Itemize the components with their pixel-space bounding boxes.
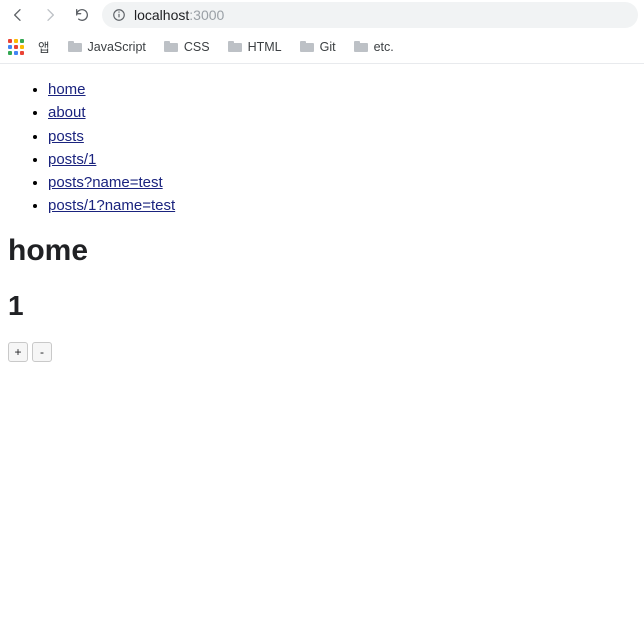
bookmark-item[interactable]: CSS (164, 37, 210, 56)
nav-link[interactable]: posts?name=test (48, 174, 163, 191)
counter-value: 1 (8, 290, 636, 322)
counter-controls: + - (8, 342, 636, 362)
list-item: about (48, 101, 636, 124)
nav-link[interactable]: posts/1?name=test (48, 197, 175, 214)
arrow-left-icon (10, 7, 26, 23)
nav-link[interactable]: home (48, 81, 86, 98)
folder-icon (300, 41, 314, 52)
bookmark-item[interactable]: JavaScript (68, 37, 146, 56)
reload-icon (74, 7, 90, 23)
bookmark-label: JavaScript (88, 40, 146, 54)
increment-button[interactable]: + (8, 342, 28, 362)
bookmark-label: HTML (248, 40, 282, 54)
address-bar[interactable]: localhost:3000 (102, 2, 638, 28)
page-title: home (8, 234, 636, 268)
decrement-button[interactable]: - (32, 342, 52, 362)
folder-icon (228, 41, 242, 52)
site-info-icon[interactable] (112, 8, 126, 22)
arrow-right-icon (42, 7, 58, 23)
url-host: localhost (134, 7, 189, 23)
reload-button[interactable] (70, 3, 94, 27)
bookmark-label: CSS (184, 40, 210, 54)
nav-link[interactable]: posts (48, 128, 84, 145)
list-item: posts (48, 125, 636, 148)
bookmarks-bar: 앱 JavaScript CSS HTML Git etc. (0, 30, 644, 64)
apps-icon[interactable] (8, 39, 24, 55)
forward-button[interactable] (38, 3, 62, 27)
url-text: localhost:3000 (134, 7, 224, 23)
list-item: posts/1?name=test (48, 194, 636, 217)
bookmark-label: Git (320, 40, 336, 54)
folder-icon (68, 41, 82, 52)
bookmark-item[interactable]: Git (300, 37, 336, 56)
bookmark-item[interactable]: HTML (228, 37, 282, 56)
bookmark-item[interactable]: etc. (354, 37, 394, 56)
nav-link[interactable]: about (48, 104, 86, 121)
bookmark-label: etc. (374, 40, 394, 54)
list-item: home (48, 78, 636, 101)
nav-link[interactable]: posts/1 (48, 151, 96, 168)
bookmark-item[interactable]: 앱 (38, 37, 50, 56)
back-button[interactable] (6, 3, 30, 27)
browser-toolbar: localhost:3000 (0, 0, 644, 30)
bookmark-label: 앱 (38, 37, 50, 56)
list-item: posts/1 (48, 148, 636, 171)
page-content: home about posts posts/1 posts?name=test post… (0, 64, 644, 382)
folder-icon (164, 41, 178, 52)
url-port: :3000 (189, 7, 224, 23)
list-item: posts?name=test (48, 171, 636, 194)
folder-icon (354, 41, 368, 52)
nav-link-list: home about posts posts/1 posts?name=test post… (8, 78, 636, 218)
